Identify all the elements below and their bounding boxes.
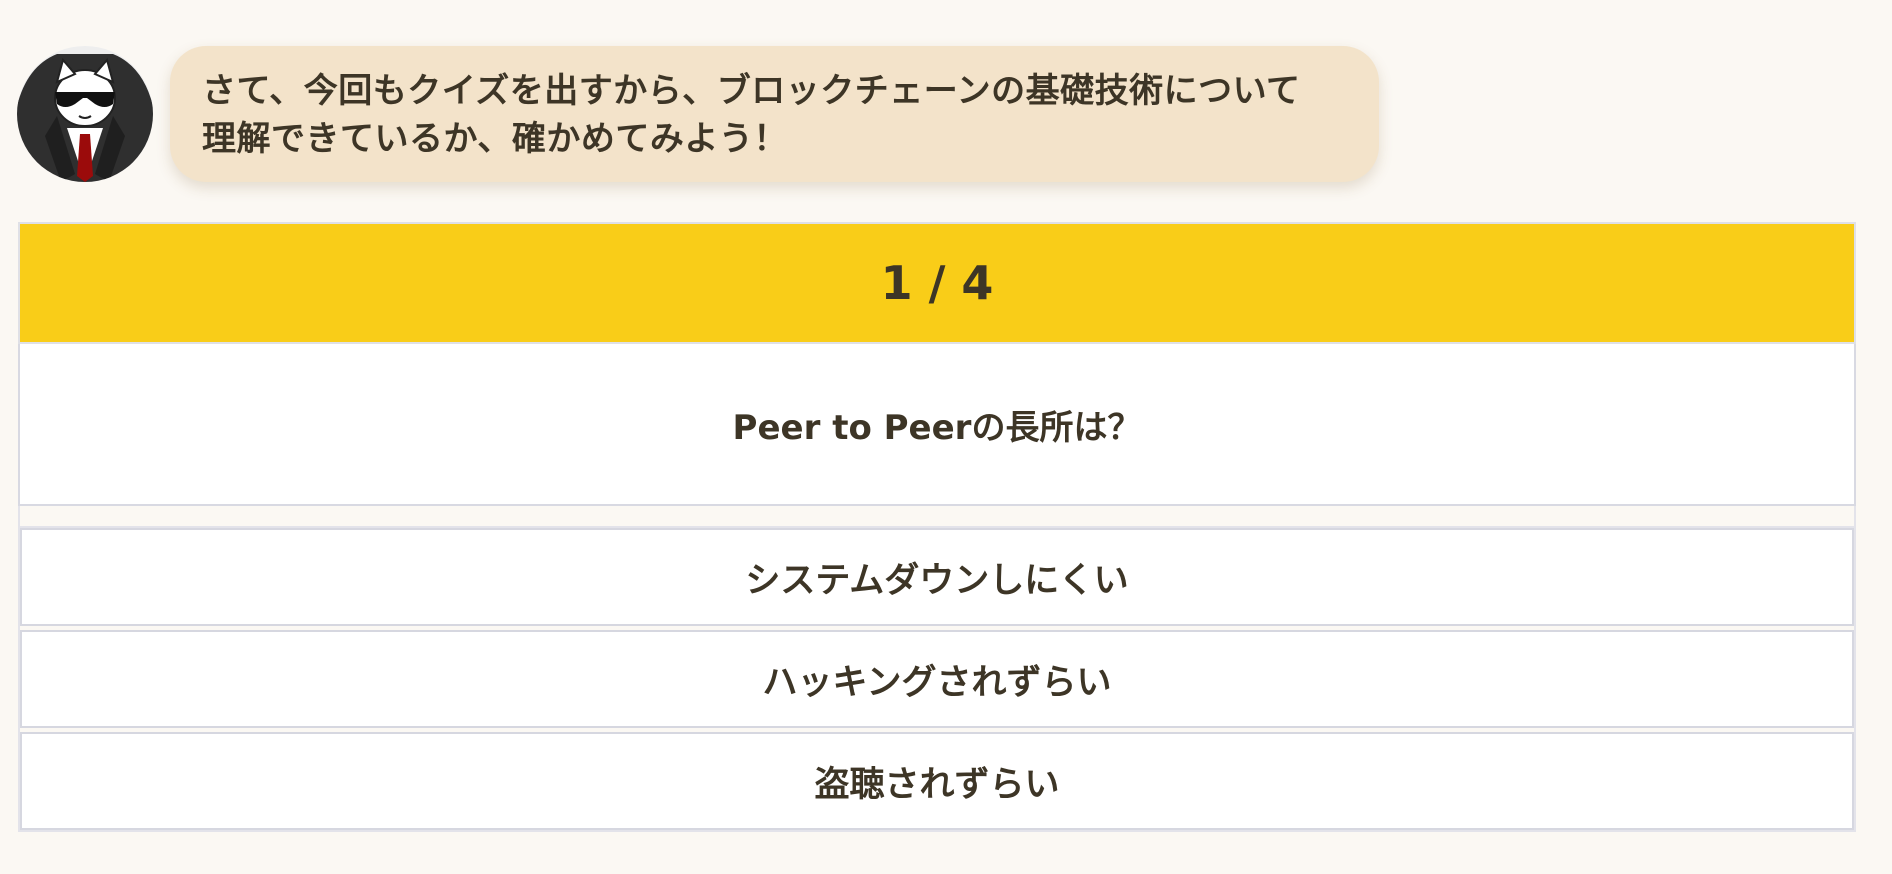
- avatar: [17, 46, 153, 182]
- quiz-card: 1 / 4 Peer to Peerの長所は？ システムダウンしにくい ハッキン…: [18, 222, 1856, 832]
- speech-row: さて、今回もクイズを出すから、ブロックチェーンの基礎技術について理解できているか…: [17, 46, 1549, 182]
- question-text: Peer to Peerの長所は？: [18, 344, 1856, 506]
- question-counter: 1 / 4: [18, 222, 1856, 344]
- answer-options: システムダウンしにくい ハッキングされずらい 盗聴されずらい: [18, 526, 1856, 832]
- divider: [18, 506, 1856, 526]
- answer-option-2[interactable]: ハッキングされずらい: [20, 630, 1854, 728]
- cat-agent-icon: [17, 46, 153, 182]
- answer-option-1[interactable]: システムダウンしにくい: [20, 528, 1854, 626]
- answer-option-3[interactable]: 盗聴されずらい: [20, 732, 1854, 830]
- speech-bubble: さて、今回もクイズを出すから、ブロックチェーンの基礎技術について理解できているか…: [170, 46, 1379, 182]
